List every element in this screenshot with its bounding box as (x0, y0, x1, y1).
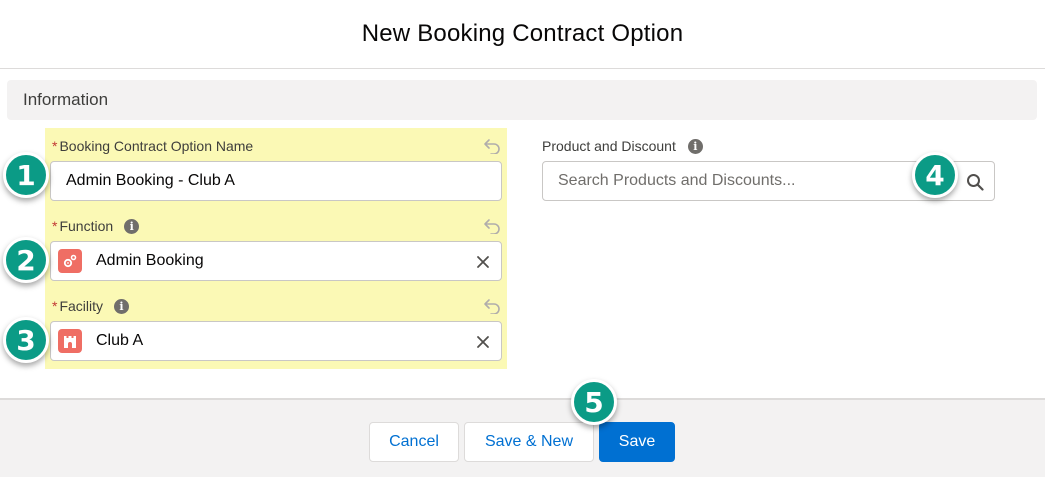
product-label-text: Product and Discount (542, 138, 676, 154)
function-value: Admin Booking (96, 252, 204, 269)
name-input[interactable]: Admin Booking - Club A (50, 161, 502, 201)
clear-icon[interactable] (475, 334, 491, 350)
undo-icon[interactable] (483, 138, 501, 154)
modal-header: New Booking Contract Option (0, 0, 1045, 69)
info-icon[interactable]: i (114, 298, 130, 314)
name-input-value: Admin Booking - Club A (66, 172, 235, 189)
facility-icon (58, 329, 82, 353)
callout-badge-1: 1 (3, 152, 49, 198)
undo-icon[interactable] (483, 298, 501, 314)
function-lookup-pill[interactable]: Admin Booking (50, 241, 502, 281)
name-label-text: Booking Contract Option Name (59, 138, 254, 154)
callout-badge-2: 2 (3, 237, 49, 283)
name-field-label: * Booking Contract Option Name (52, 138, 253, 154)
facility-value: Club A (96, 332, 144, 349)
cancel-button[interactable]: Cancel (369, 422, 459, 462)
callout-badge-4: 4 (912, 152, 958, 198)
function-field-label: * Function i (52, 218, 140, 234)
product-field-label: Product and Discount i (542, 138, 703, 154)
facility-lookup-pill[interactable]: Club A (50, 321, 502, 361)
modal-title: New Booking Contract Option (361, 20, 684, 47)
callout-badge-5: 5 (571, 379, 617, 425)
search-icon[interactable] (966, 173, 984, 191)
function-label-text: Function (59, 218, 114, 234)
undo-icon[interactable] (483, 218, 501, 234)
facility-field-label: * Facility i (52, 298, 130, 314)
facility-label-text: Facility (59, 298, 104, 314)
required-marker: * (52, 298, 58, 314)
section-header-information[interactable]: Information (7, 80, 1037, 120)
info-icon[interactable]: i (124, 218, 140, 234)
save-and-new-button[interactable]: Save & New (464, 422, 594, 462)
section-title: Information (23, 90, 109, 109)
modal-footer: Cancel Save & New Save (0, 398, 1045, 477)
required-marker: * (52, 218, 58, 234)
function-icon (58, 249, 82, 273)
required-marker: * (52, 138, 58, 154)
info-icon[interactable]: i (687, 138, 703, 154)
clear-icon[interactable] (475, 254, 491, 270)
callout-badge-3: 3 (3, 317, 49, 363)
save-button[interactable]: Save (599, 422, 675, 462)
